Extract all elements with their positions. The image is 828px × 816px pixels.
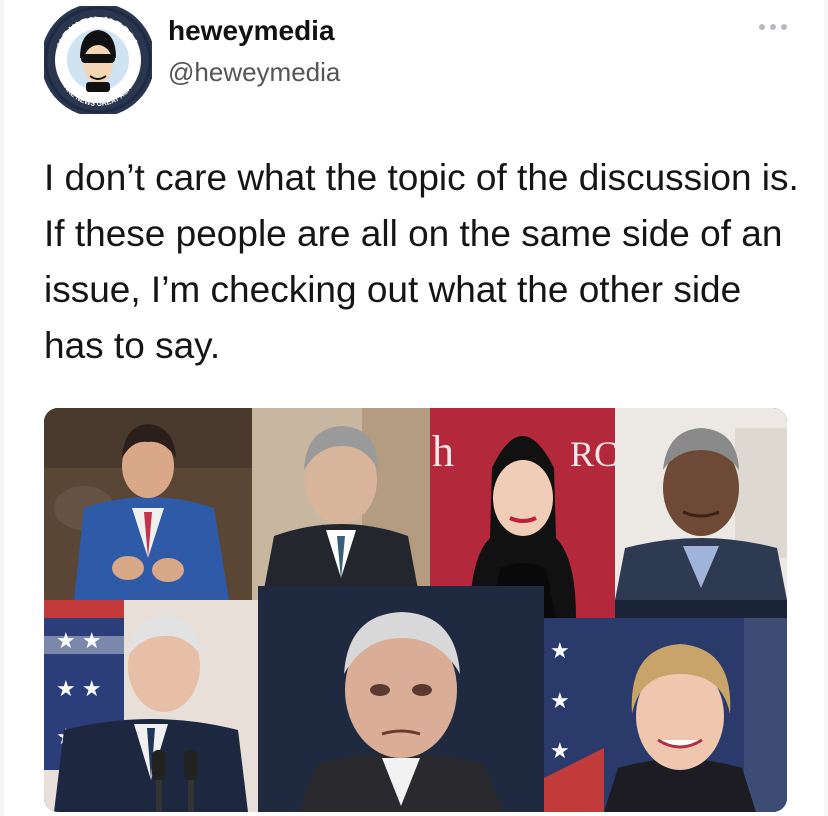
user-handle[interactable]: @heweymedia [168,57,340,88]
backdrop-sign-left: h [432,427,454,476]
portrait-older-man-gray [252,408,430,600]
photo-7[interactable]: ★ ★ ★ [544,618,787,812]
tweet-media-collage[interactable]: h RC ★ ★ ★ ★ ★ ★ ★ [44,408,787,812]
photo-2[interactable] [252,408,430,600]
svg-text:★ ★: ★ ★ [56,628,102,653]
portrait-man-smiling [615,408,787,600]
photo-5[interactable]: ★ ★ ★ ★ ★ ★ [44,600,258,812]
photo-6[interactable] [258,586,544,812]
more-options-button[interactable] [756,14,790,40]
svg-text:★: ★ [550,688,570,713]
display-name[interactable]: heweymedia [168,15,335,47]
portrait-man-blue-suit [44,408,252,600]
photo-1[interactable] [44,408,252,600]
hewey-media-logo: HEWEY MEDIA MAKE NEWS GREAT AGAIN [41,3,155,117]
svg-text:★ ★: ★ ★ [56,676,102,701]
tweet-text: I don’t care what the topic of the discu… [44,157,799,366]
photo-4[interactable] [615,408,787,600]
tweet-card: HEWEY MEDIA MAKE NEWS GREAT AGAIN heweym… [4,0,824,816]
portrait-woman-smiling-flag: ★ ★ ★ [544,618,787,812]
portrait-elderly-man-dark-backdrop [258,586,544,812]
avatar[interactable]: HEWEY MEDIA MAKE NEWS GREAT AGAIN [41,3,155,117]
backdrop-sign-right: RC [570,434,615,474]
more-dots-icon [759,24,787,30]
svg-text:★: ★ [550,738,570,763]
svg-text:★: ★ [550,638,570,663]
portrait-man-at-podium-flag: ★ ★ ★ ★ ★ ★ [44,600,258,812]
